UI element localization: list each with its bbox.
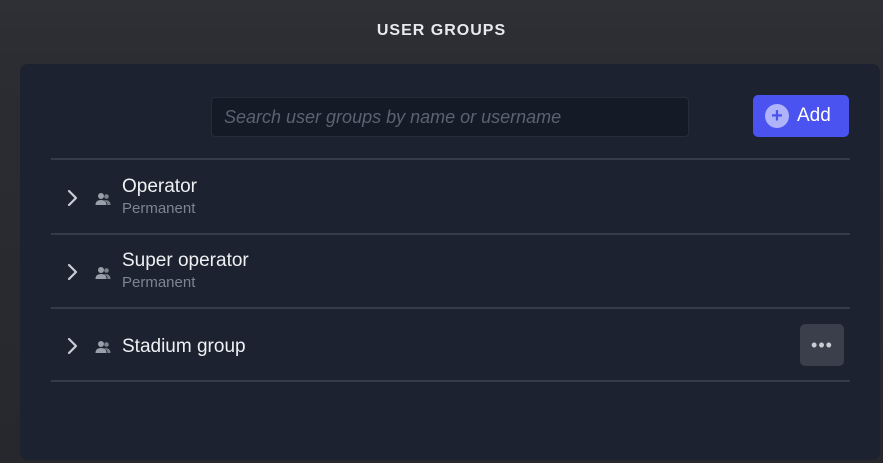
more-options-button[interactable]: ••• [800, 324, 844, 366]
group-subtitle: Permanent [122, 200, 196, 217]
group-name: Super operator [122, 250, 249, 271]
divider [51, 307, 850, 309]
page-title: USER GROUPS [376, 22, 507, 39]
divider [51, 380, 850, 382]
group-subtitle: Permanent [122, 274, 196, 291]
chevron-right-icon[interactable] [65, 188, 81, 208]
group-name: Operator [122, 176, 197, 197]
user-group-icon [95, 267, 111, 279]
group-name: Stadium group [122, 336, 246, 357]
group-row-super-operator[interactable]: Super operator Permanent [51, 236, 850, 308]
user-groups-panel: + Add Operator Permanent [20, 64, 880, 460]
divider [51, 158, 850, 160]
add-group-button[interactable]: + Add [753, 95, 849, 137]
chevron-right-icon[interactable] [65, 336, 81, 356]
group-row-operator[interactable]: Operator Permanent [51, 162, 850, 234]
group-row-stadium-group[interactable]: Stadium group ••• [51, 310, 850, 382]
user-group-icon [95, 341, 111, 353]
user-groups-window: USER GROUPS + Add Operator Permanent [0, 0, 883, 463]
divider [51, 233, 850, 235]
plus-circle-icon: + [765, 104, 789, 128]
add-button-label: Add [797, 105, 831, 126]
header: USER GROUPS [0, 0, 883, 64]
user-group-icon [95, 193, 111, 205]
search-input[interactable] [211, 97, 689, 137]
chevron-right-icon[interactable] [65, 262, 81, 282]
